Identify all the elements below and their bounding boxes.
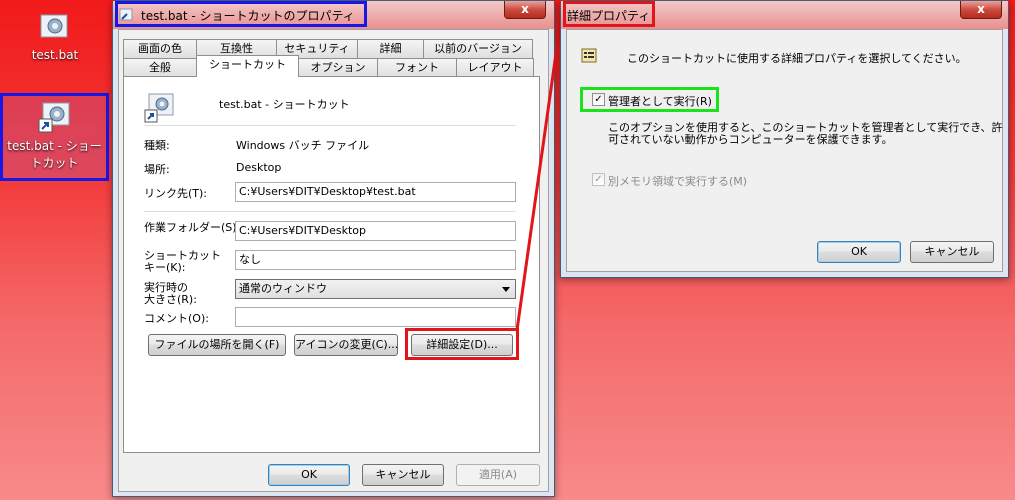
- run-as-admin-highlight: [580, 87, 719, 112]
- tab-font[interactable]: フォント: [377, 58, 457, 77]
- advanced-button-highlight: [405, 328, 519, 360]
- hotkey-label-line2: キー(K):: [144, 261, 186, 274]
- advanced-close-button[interactable]: x: [960, 1, 1002, 19]
- tab-layout[interactable]: レイアウト: [456, 58, 534, 77]
- chevron-down-icon: [502, 287, 510, 292]
- advanced-intro-text: このショートカットに使用する詳細プロパティを選択してください。: [627, 52, 967, 65]
- location-value: Desktop: [236, 161, 282, 174]
- tab-details[interactable]: 詳細: [357, 39, 424, 58]
- batch-file-icon: [38, 10, 72, 44]
- workdir-input[interactable]: C:¥Users¥DIT¥Desktop: [235, 221, 516, 241]
- run-size-label-line2: 大きさ(R):: [144, 293, 197, 306]
- separator: [144, 125, 516, 126]
- separator: [144, 211, 516, 212]
- title-highlight-box: [115, 1, 367, 27]
- properties-ok-button[interactable]: OK: [268, 464, 350, 486]
- workdir-label: 作業フォルダー(S):: [144, 221, 241, 234]
- tab-shortcut[interactable]: ショートカット: [196, 55, 299, 77]
- desktop-icon-test-bat[interactable]: test.bat: [22, 10, 88, 62]
- type-value: Windows バッチ ファイル: [236, 139, 370, 152]
- properties-close-button[interactable]: x: [504, 1, 546, 19]
- tab-previous-versions[interactable]: 以前のバージョン: [423, 39, 533, 58]
- shortcut-properties-window: test.bat - ショートカットのプロパティ x 画面の色 互換性 セキュリ…: [112, 0, 555, 497]
- desktop-icon-test-bat-shortcut[interactable]: test.bat - ショートカット: [0, 93, 109, 181]
- shortcut-tab-panel: test.bat - ショートカット 種類: Windows バッチ ファイル …: [123, 76, 540, 453]
- advanced-properties-window: 詳細プロパティ x このショートカットに使用する詳細プロパティを選択してください…: [560, 0, 1009, 278]
- properties-cancel-button[interactable]: キャンセル: [362, 464, 444, 486]
- run-size-select[interactable]: 通常のウィンドウ: [235, 279, 516, 299]
- separate-memory-checkbox[interactable]: ✓: [592, 173, 605, 186]
- advanced-title-highlight: [563, 1, 655, 27]
- shortcut-large-icon: [144, 92, 176, 124]
- run-size-value: 通常のウィンドウ: [239, 282, 327, 295]
- separate-memory-label: 別メモリ領域で実行する(M): [608, 175, 748, 188]
- advanced-properties-icon: [580, 47, 600, 65]
- change-icon-button[interactable]: アイコンの変更(C)...: [294, 334, 398, 356]
- advanced-ok-button[interactable]: OK: [817, 241, 901, 263]
- admin-description-line2: 可されていない動作からコンピューターを保護できます。: [608, 133, 893, 146]
- shortcut-file-icon: [38, 100, 72, 134]
- advanced-cancel-button[interactable]: キャンセル: [910, 241, 994, 263]
- shortcut-name: test.bat - ショートカット: [219, 98, 350, 111]
- target-label: リンク先(T):: [144, 187, 208, 200]
- comment-label: コメント(O):: [144, 312, 209, 325]
- hotkey-input[interactable]: なし: [235, 250, 516, 270]
- location-label: 場所:: [144, 163, 170, 176]
- tab-general[interactable]: 全般: [123, 58, 197, 77]
- tab-screen-colors[interactable]: 画面の色: [123, 39, 197, 58]
- tab-options[interactable]: オプション: [298, 58, 378, 77]
- open-file-location-button[interactable]: ファイルの場所を開く(F): [148, 334, 286, 356]
- properties-apply-button[interactable]: 適用(A): [456, 464, 540, 486]
- desktop-icon-label: test.bat - ショートカット: [7, 139, 102, 170]
- comment-input[interactable]: [235, 307, 516, 327]
- tab-row-bottom: 全般 ショートカット オプション フォント レイアウト: [123, 55, 534, 77]
- desktop-icon-label: test.bat: [31, 48, 79, 62]
- tab-row-top: 画面の色 互換性 セキュリティ 詳細 以前のバージョン: [123, 39, 533, 58]
- target-input[interactable]: C:¥Users¥DIT¥Desktop¥test.bat: [235, 182, 516, 202]
- type-label: 種類:: [144, 139, 170, 152]
